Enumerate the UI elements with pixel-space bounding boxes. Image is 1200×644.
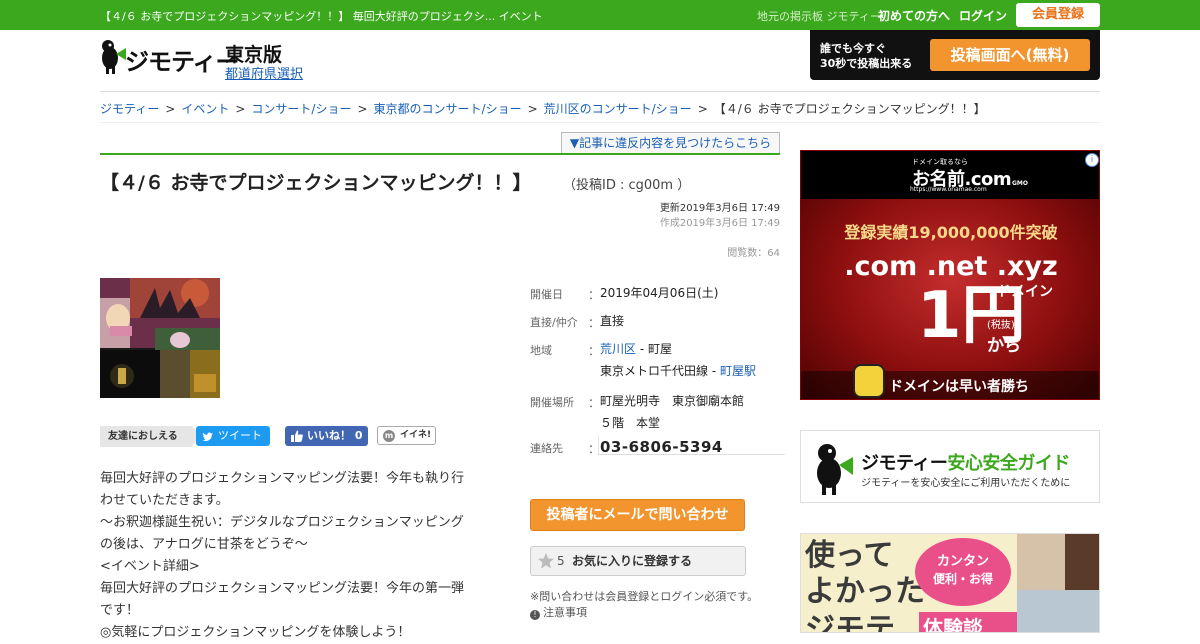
breadcrumb: ジモティー > イベント > コンサート/ショー > 東京都のコンサート/ショー > 荒川区のコ… <box>100 102 986 116</box>
ad-info-icon[interactable]: i <box>1085 153 1099 167</box>
banner-chair-photo <box>1065 534 1099 590</box>
testimonials-banner[interactable]: 使って よかった ジモテ カンタン 便利・お得 体験談 <box>800 533 1100 633</box>
ad-gmo: GMO <box>1012 180 1028 187</box>
detail-label: 直接/仲介 <box>530 316 578 329</box>
mixi-check-button[interactable]: m イイネ! <box>377 426 436 445</box>
title-rule <box>100 153 780 155</box>
register-button[interactable]: 会員登録 <box>1016 3 1100 27</box>
share-label: 友達におしえる <box>100 426 200 447</box>
direct-value: 直接 <box>600 314 625 328</box>
breadcrumb-concert[interactable]: コンサート/ショー <box>251 102 351 116</box>
area-link[interactable]: 荒川区 <box>600 342 636 356</box>
site-tagline: 地元の掲示板 ジモティー <box>757 10 881 23</box>
tweet-button[interactable]: ツイート <box>196 426 270 446</box>
event-photo[interactable] <box>100 278 220 398</box>
description-line: の後は、アナログに甘茶をどうぞ～ <box>100 537 308 552</box>
mixi-icon: m <box>383 430 395 442</box>
caution-link[interactable]: ! 注意事項 <box>530 604 587 620</box>
favorite-label: お気に入りに登録する <box>572 554 693 568</box>
phone-underline <box>598 454 785 455</box>
caution-label: 注意事項 <box>543 606 587 619</box>
post-title: 【４/６ お寺でプロジェクションマッピング！！】 <box>100 172 532 194</box>
safety-guide-subtitle: ジモティーを安心安全にご利用いただくために <box>861 478 1071 489</box>
prefecture-select-link[interactable]: 都道府県選択 <box>225 63 303 82</box>
login-required-note: ※問い合わせは会員登録とログイン必須です。 <box>530 590 759 603</box>
created-date: 作成2019年3月6日 17:49 <box>659 218 780 229</box>
ad-url: https://www.onamae.com <box>910 186 987 193</box>
event-date: 2019年04月06日(土) <box>600 286 719 300</box>
star-icon <box>538 553 554 569</box>
breadcrumb-arakawa-concert[interactable]: 荒川区のコンサート/ショー <box>544 102 692 116</box>
site-logo[interactable]: ジモティー <box>125 42 240 77</box>
breadcrumb-current: 【４/６ お寺でプロジェクションマッピング！！】 <box>713 102 986 116</box>
description-line: 毎回大好評のプロジェクションマッピング法要！今年も執り行 <box>100 471 465 486</box>
ad-record: 登録実績19,000,000件突破 <box>844 223 1058 242</box>
station-link[interactable]: 町屋駅 <box>720 364 756 378</box>
detail-label: 連絡先 <box>530 442 563 455</box>
tweet-label: ツイート <box>218 429 262 442</box>
facebook-like-label: いいね！ 0 <box>307 429 363 442</box>
banner-line3: ジモテ <box>805 612 895 633</box>
domain-ad-banner[interactable]: ドメイン取るなら お名前.com https://www.onamae.com … <box>800 150 1100 400</box>
post-banner[interactable]: 誰でも今すぐ 30秒で投稿出来る 投稿画面へ(無料) <box>810 30 1100 80</box>
description-line: です！ <box>100 603 140 618</box>
thumbs-up-icon <box>853 364 885 398</box>
updated-date: 更新2019年3月6日 17:49 <box>659 203 780 214</box>
post-banner-line2: 30秒で投稿出来る <box>820 57 913 70</box>
breadcrumb-tokyo-concert[interactable]: 東京都のコンサート/ショー <box>374 102 522 116</box>
divider <box>100 122 1100 123</box>
detail-label: 開催日 <box>530 288 563 301</box>
banner-line2: よかった <box>805 574 925 609</box>
mixi-label: イイネ! <box>400 430 432 440</box>
banner-person-photo <box>1017 590 1099 632</box>
safety-guide-title: ジモティー安心安全ガイド <box>861 453 1070 474</box>
breadcrumb-jmty[interactable]: ジモティー <box>100 102 159 116</box>
banner-person-photo <box>1017 534 1065 590</box>
description-line: <イベント詳細> <box>100 559 200 574</box>
train-line: 東京メトロ千代田線 - <box>600 364 720 378</box>
phone-frame <box>598 435 785 455</box>
post-id: （投稿ID : cg00m ） <box>563 178 691 193</box>
report-violation-link[interactable]: ▼記事に違反内容を見つけたらこちら <box>561 132 780 154</box>
ad-tax: (税抜) <box>987 320 1015 331</box>
banner-bubble-line2: 便利・お得 <box>932 572 993 586</box>
add-favorite-button[interactable]: 5 お気に入りに登録する <box>530 546 746 576</box>
facebook-like-button[interactable]: いいね！ 0 <box>285 426 368 446</box>
detail-label: 開催場所 <box>530 396 574 409</box>
thumbs-up-icon <box>291 430 303 442</box>
twitter-icon <box>202 432 213 441</box>
top-bar: 【４/６ お寺でプロジェクションマッピング！！】 毎回大好評のプロジェクシ...… <box>0 0 1200 30</box>
breadcrumb-event[interactable]: イベント <box>181 102 229 116</box>
safety-guide-banner[interactable]: ジモティー安心安全ガイド ジモティーを安心安全にご利用いただくために <box>800 430 1100 503</box>
first-time-link[interactable]: 初めての方へ <box>878 7 950 24</box>
area-town: - 町屋 <box>636 342 672 356</box>
favorite-count: 5 <box>557 554 565 568</box>
jmty-mascot-icon <box>817 444 853 495</box>
venue-line1: 町屋光明寺 東京御廟本館 <box>600 394 745 408</box>
venue-line2: ５階 本堂 <box>600 416 661 430</box>
banner-bubble-line1: カンタン <box>936 554 989 569</box>
top-page-title: 【４/６ お寺でプロジェクションマッピング！！】 毎回大好評のプロジェクシ...… <box>100 10 543 23</box>
info-icon: ! <box>530 610 540 620</box>
ad-slogan: ドメインは早い者勝ち <box>889 379 1029 395</box>
detail-label: 地域 <box>530 344 552 357</box>
post-banner-line1: 誰でも今すぐ <box>820 42 886 55</box>
description-line: 毎回大好評のプロジェクションマッピング法要！今年の第一弾 <box>100 581 465 596</box>
post-button[interactable]: 投稿画面へ(無料) <box>930 39 1090 71</box>
login-link[interactable]: ログイン <box>959 7 1007 24</box>
description-line: ～お釈迦様誕生祝い：デジタルなプロジェクションマッピング <box>100 515 464 530</box>
contact-by-email-button[interactable]: 投稿者にメールで問い合わせ <box>530 499 745 531</box>
view-count: 閲覧数：64 <box>727 248 780 259</box>
description-line: ◎気軽にプロジェクションマッピングを体験しよう！ <box>100 625 411 640</box>
description-line: わせていただきます。 <box>100 493 229 508</box>
divider <box>100 91 1100 92</box>
post-description: 毎回大好評のプロジェクションマッピング法要！今年も執り行 わせていただきます。 … <box>100 468 472 644</box>
banner-line1: 使って <box>805 538 894 573</box>
ad-kara: から <box>987 336 1021 356</box>
